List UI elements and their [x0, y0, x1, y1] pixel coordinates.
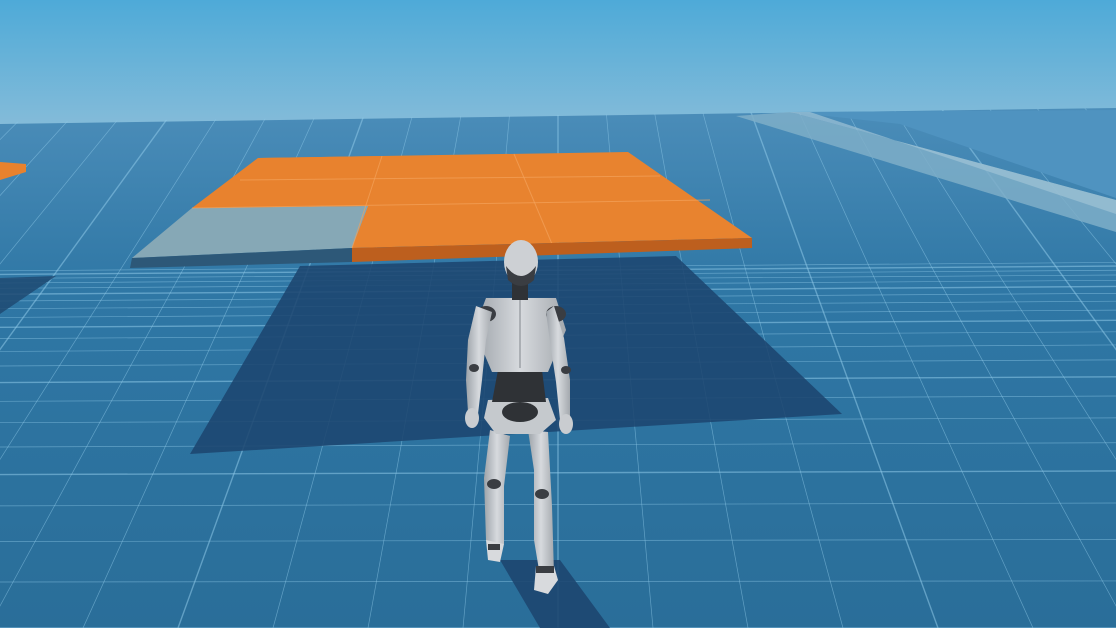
game-scene — [0, 0, 1116, 628]
left-hand — [465, 408, 479, 428]
waist — [492, 370, 546, 402]
left-knee — [487, 479, 501, 489]
right-knee — [535, 489, 549, 499]
right-hand — [559, 414, 573, 434]
game-viewport[interactable] — [0, 0, 1116, 628]
